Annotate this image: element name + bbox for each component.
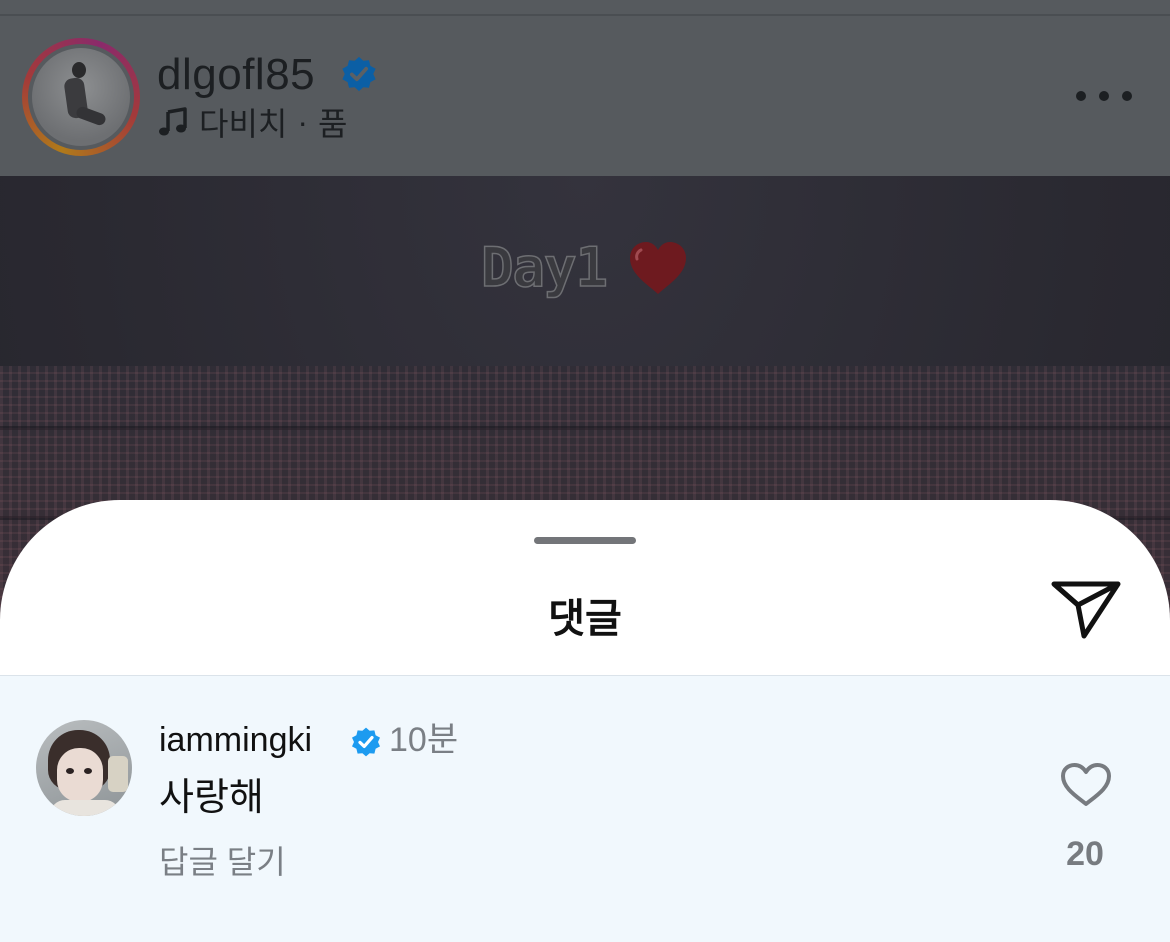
music-info[interactable]: 다비치 · 품 — [157, 102, 347, 142]
music-song: 품 — [317, 106, 348, 142]
more-options-icon[interactable] — [1076, 84, 1132, 108]
profile-avatar[interactable] — [22, 38, 140, 156]
verified-badge-icon — [342, 56, 376, 92]
music-separator: · — [297, 103, 308, 140]
heart-icon[interactable] — [1060, 762, 1112, 808]
comment-item: iammingki 10분 사랑해 답글 달기 20 — [0, 676, 1170, 942]
verified-badge-icon — [352, 727, 380, 757]
story-username[interactable]: dlgofl85 — [157, 50, 315, 100]
overlay-text: Day1 — [480, 235, 609, 300]
sheet-title: 댓글 — [548, 597, 622, 641]
music-note-icon — [159, 107, 187, 136]
story-header: dlgofl85 다비치 · 품 — [0, 0, 1170, 176]
comment-timestamp: 10분 — [389, 721, 459, 759]
send-icon[interactable] — [1050, 578, 1122, 640]
avatar-image — [32, 48, 130, 146]
commenter-avatar[interactable] — [36, 720, 132, 816]
sheet-grabber-handle[interactable] — [534, 537, 636, 544]
commenter-username[interactable]: iammingki — [159, 720, 312, 760]
reply-button[interactable]: 답글 달기 — [159, 842, 286, 882]
music-artist: 다비치 — [199, 106, 288, 142]
like-count: 20 — [1066, 835, 1104, 873]
heart-emoji-icon — [630, 242, 686, 294]
story-progress-bar — [0, 14, 1170, 16]
comments-sheet: 댓글 iammingki 10분 사랑해 답글 달기 20 — [0, 500, 1170, 942]
comment-text: 사랑해 — [159, 777, 264, 819]
